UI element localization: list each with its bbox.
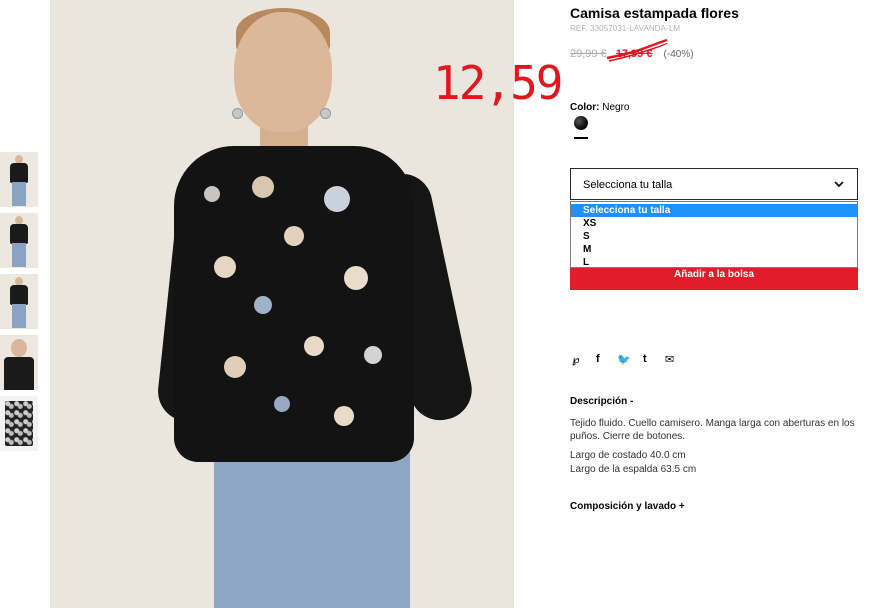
- print-flower: [364, 346, 382, 364]
- description-text: Tejido fluido. Cuello camisero. Manga la…: [570, 418, 855, 442]
- add-to-bag-button[interactable]: Añadir a la bolsa: [570, 268, 858, 290]
- pinterest-icon[interactable]: ℘: [572, 353, 580, 366]
- print-flower: [304, 336, 324, 356]
- tumblr-icon[interactable]: t: [643, 353, 647, 365]
- size-option[interactable]: M: [571, 243, 857, 256]
- model-face: [234, 12, 332, 132]
- thumbnail-2[interactable]: [0, 213, 38, 268]
- facebook-icon[interactable]: f: [596, 353, 600, 365]
- product-title: Camisa estampada flores: [570, 5, 739, 21]
- size-option[interactable]: Selecciona tu talla: [571, 204, 857, 217]
- print-flower: [324, 186, 350, 212]
- print-flower: [204, 186, 220, 202]
- composition-toggle[interactable]: Composición y lavado +: [570, 501, 685, 512]
- thumbnail-5[interactable]: [0, 396, 38, 451]
- thumbnail-3[interactable]: [0, 274, 38, 329]
- description-toggle[interactable]: Descripción -: [570, 396, 633, 407]
- twitter-icon[interactable]: 🐦: [617, 353, 631, 366]
- print-flower: [254, 296, 272, 314]
- model-shirt: [174, 146, 414, 462]
- dimension-back-length: Largo de la espalda 63.5 cm: [570, 464, 697, 475]
- thumbnail-4[interactable]: [0, 335, 38, 390]
- handwritten-price-annotation: 12,59: [433, 56, 563, 110]
- print-flower: [214, 256, 236, 278]
- print-flower: [224, 356, 246, 378]
- size-dropdown-list: Selecciona tu talla XS S M L: [570, 201, 858, 268]
- print-flower: [344, 266, 368, 290]
- thumbnail-1[interactable]: [0, 152, 38, 207]
- color-label: Color:: [570, 102, 600, 113]
- print-flower: [274, 396, 290, 412]
- size-select[interactable]: Selecciona tu talla: [570, 168, 858, 200]
- size-option[interactable]: S: [571, 230, 857, 243]
- thumbnail-list: [0, 152, 38, 457]
- earring: [232, 108, 243, 119]
- size-option[interactable]: XS: [571, 217, 857, 230]
- color-row: Color: Negro: [570, 102, 629, 113]
- email-icon[interactable]: ✉: [665, 353, 674, 366]
- earring: [320, 108, 331, 119]
- print-flower: [284, 226, 304, 246]
- color-value: Negro: [602, 102, 630, 113]
- print-flower: [334, 406, 354, 426]
- color-swatch-black[interactable]: [574, 116, 588, 130]
- chevron-down-icon: [834, 181, 844, 188]
- print-flower: [252, 176, 274, 198]
- dimension-side-length: Largo de costado 40.0 cm: [570, 450, 686, 461]
- red-strike-annotation: [606, 38, 668, 62]
- old-price: 29,99 €: [570, 48, 607, 60]
- swatch-selected-underline: [574, 137, 588, 139]
- product-ref: REF. 33057031-LAVANDA-LM: [570, 24, 681, 33]
- size-select-label: Selecciona tu talla: [583, 179, 673, 191]
